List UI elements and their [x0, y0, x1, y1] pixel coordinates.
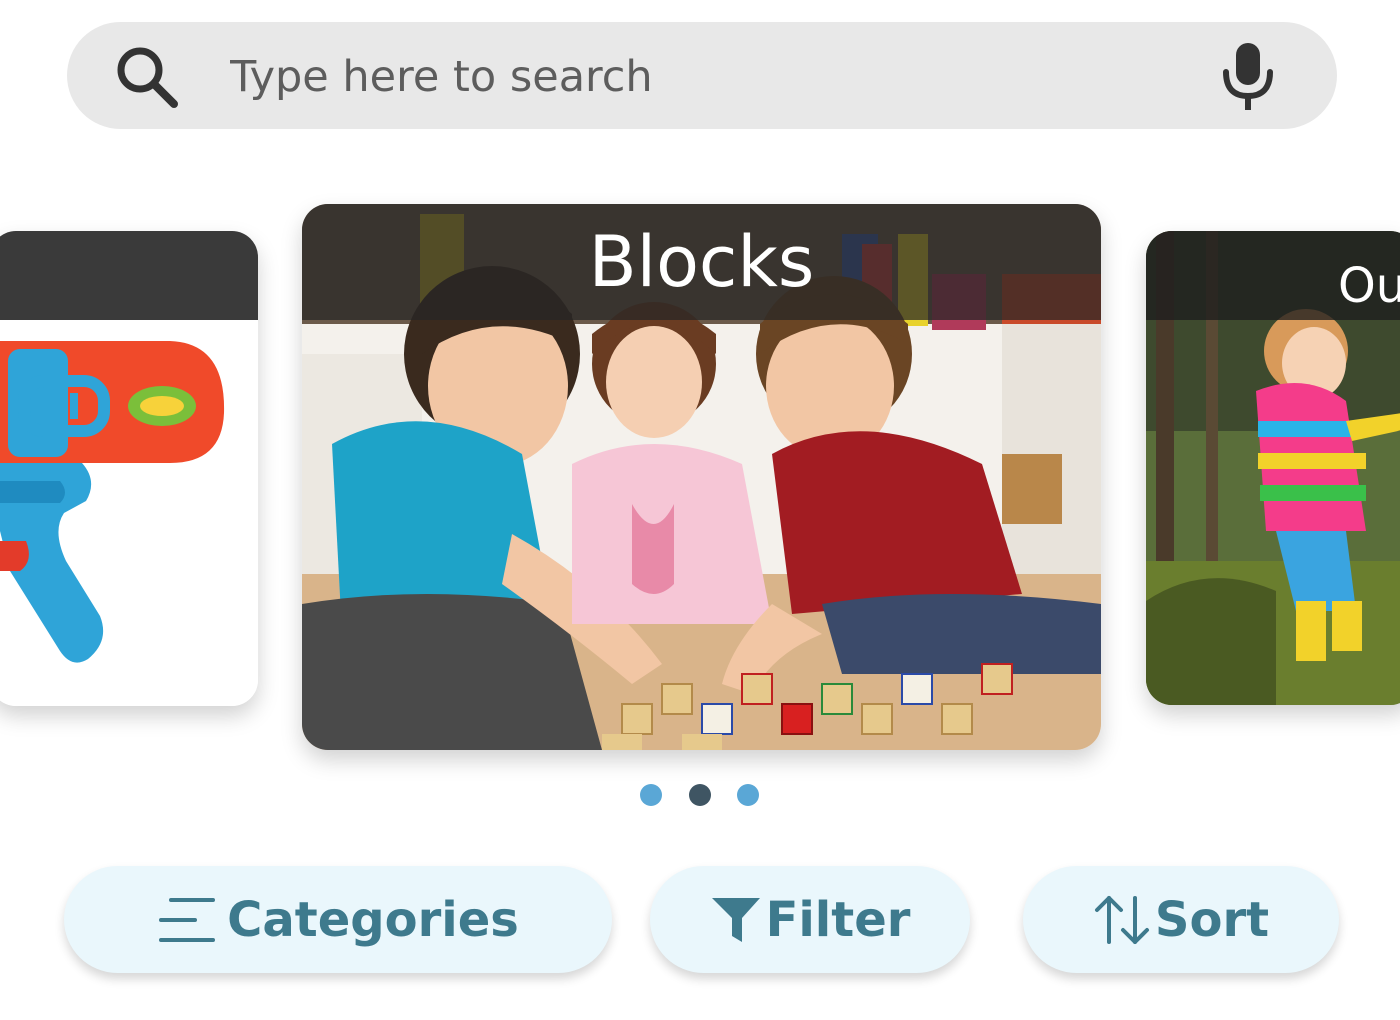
sort-label: Sort	[1154, 891, 1270, 948]
sort-button[interactable]: Sort	[1023, 866, 1339, 973]
carousel-card-prev[interactable]	[0, 231, 258, 706]
categories-label: Categories	[227, 891, 519, 948]
category-carousel[interactable]: Blocks Ou	[0, 0, 1400, 820]
carousel-dot-1[interactable]	[640, 784, 662, 806]
funnel-icon	[711, 897, 760, 942]
carousel-card-title: Blocks	[302, 204, 1101, 320]
categories-button[interactable]: Categories	[64, 866, 612, 973]
filter-button[interactable]: Filter	[650, 866, 970, 973]
carousel-dot-3[interactable]	[737, 784, 759, 806]
sort-arrows-icon	[1094, 895, 1149, 944]
carousel-dot-2-active[interactable]	[689, 784, 711, 806]
menu-lines-icon	[159, 897, 216, 942]
carousel-card-title: Ou	[1146, 231, 1400, 320]
carousel-card-active[interactable]: Blocks	[302, 204, 1101, 750]
carousel-card-title	[0, 231, 258, 320]
filter-label: Filter	[765, 891, 911, 948]
carousel-card-next[interactable]: Ou	[1146, 231, 1400, 705]
